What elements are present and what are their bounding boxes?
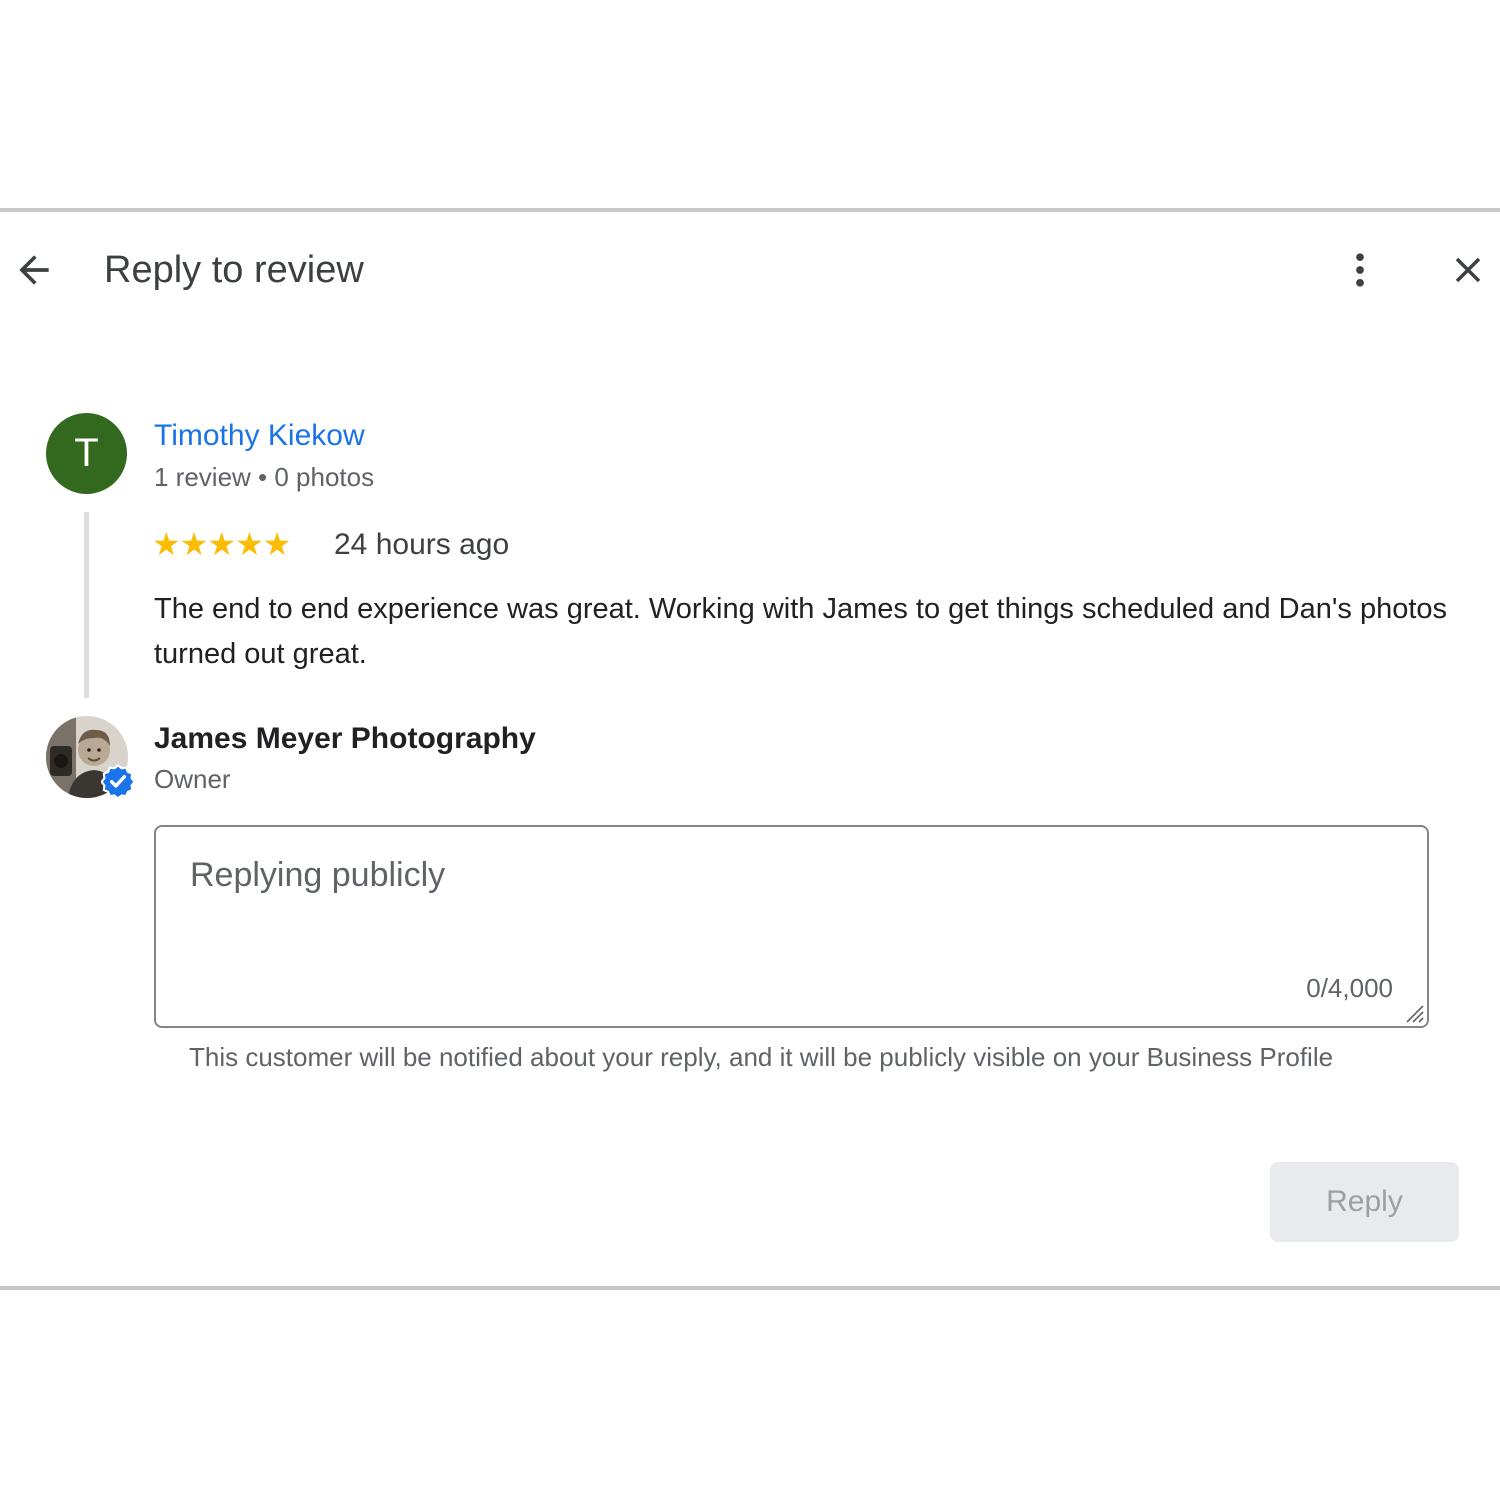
- reply-helper-text: This customer will be notified about you…: [189, 1042, 1334, 1072]
- reply-field-container: 0/4,000: [154, 825, 1429, 1028]
- close-button[interactable]: [1440, 242, 1496, 298]
- owner-role: Owner: [154, 764, 231, 794]
- reviewer-avatar[interactable]: T: [46, 413, 127, 494]
- star-rating: ★★★★★: [152, 526, 291, 562]
- more-options-button[interactable]: [1332, 242, 1388, 298]
- reply-textarea[interactable]: [190, 853, 1390, 973]
- bottom-divider: [0, 1286, 1500, 1290]
- resize-handle-icon[interactable]: [1401, 1000, 1425, 1024]
- review-time: 24 hours ago: [334, 528, 510, 561]
- reply-button[interactable]: Reply: [1270, 1162, 1459, 1242]
- avatar-initial: T: [74, 431, 99, 475]
- owner-name: James Meyer Photography: [154, 722, 536, 755]
- thread-line: [84, 512, 89, 698]
- review-reply-page: Reply to review T Timothy Kiekow 1 revie…: [0, 0, 1500, 1500]
- verified-badge-icon: [101, 764, 135, 798]
- reviewer-meta: 1 review • 0 photos: [154, 462, 375, 492]
- reviewer-name-link[interactable]: Timothy Kiekow: [154, 416, 365, 456]
- close-icon: [1455, 257, 1481, 283]
- dialog-title: Reply to review: [104, 249, 364, 291]
- arrow-back-icon: [19, 255, 49, 285]
- dialog-header: Reply to review: [0, 212, 1500, 328]
- more-vert-icon: [1356, 253, 1364, 287]
- back-button[interactable]: [6, 242, 62, 298]
- review-text: The end to end experience was great. Wor…: [154, 593, 1448, 670]
- character-counter: 0/4,000: [1306, 973, 1393, 1003]
